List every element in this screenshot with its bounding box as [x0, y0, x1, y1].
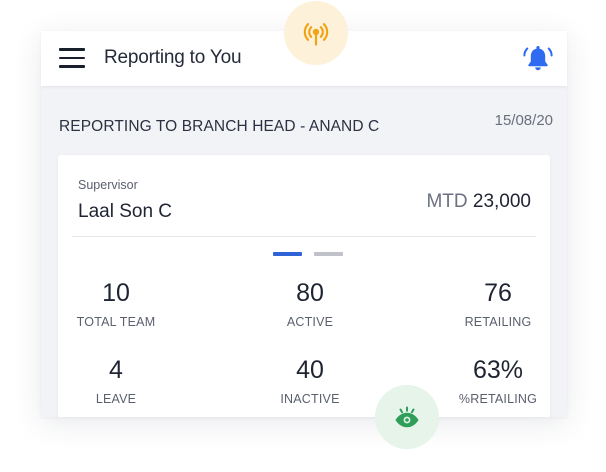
menu-icon-line	[59, 65, 85, 68]
supervisor-card[interactable]: Supervisor Laal Son C MTD 23,000 10 TOTA…	[58, 155, 550, 417]
view-button[interactable]	[375, 385, 439, 449]
page-indicator-2[interactable]	[314, 252, 343, 256]
stat-retailing-percent: 63% %RETAILING	[428, 356, 567, 406]
stat-value: 4	[109, 356, 123, 384]
stat-value: 80	[296, 279, 324, 307]
stat-leave: 4 LEAVE	[46, 356, 186, 406]
mtd-summary: MTD 23,000	[426, 191, 531, 213]
bell-icon[interactable]	[523, 44, 553, 74]
supervisor-name: Laal Son C	[78, 201, 173, 222]
menu-icon-line	[59, 56, 85, 60]
menu-icon-line	[59, 48, 85, 51]
stat-value: 76	[484, 279, 512, 307]
report-heading: REPORTING TO BRANCH HEAD - ANAND C	[59, 118, 380, 135]
stat-label: RETAILING	[464, 315, 532, 329]
stat-label: LEAVE	[95, 392, 137, 406]
mtd-label: MTD	[426, 191, 468, 212]
stat-label: TOTAL TEAM	[76, 315, 156, 329]
stat-retailing: 76 RETAILING	[428, 279, 567, 329]
page-indicator-1[interactable]	[273, 252, 302, 256]
divider	[72, 236, 536, 237]
stat-label: %RETAILING	[458, 392, 538, 406]
stat-label: INACTIVE	[280, 392, 340, 406]
stat-value: 63%	[472, 356, 524, 384]
mtd-value: 23,000	[472, 191, 531, 212]
stat-value: 40	[296, 356, 324, 384]
supervisor-label: Supervisor	[78, 178, 138, 192]
stat-total-team: 10 TOTAL TEAM	[46, 279, 186, 329]
stat-label: ACTIVE	[286, 315, 334, 329]
report-date: 15/08/20	[494, 112, 553, 129]
stat-active: 80 ACTIVE	[240, 279, 380, 329]
stat-value: 10	[102, 279, 130, 307]
app-screen: Reporting to You REPORTING TO BRANCH HEA…	[41, 31, 567, 417]
broadcast-icon	[303, 23, 329, 46]
eye-icon	[395, 406, 419, 428]
page-title: Reporting to You	[104, 47, 242, 68]
menu-icon[interactable]	[59, 48, 85, 68]
broadcast-button[interactable]	[284, 1, 348, 65]
stat-inactive: 40 INACTIVE	[240, 356, 380, 406]
